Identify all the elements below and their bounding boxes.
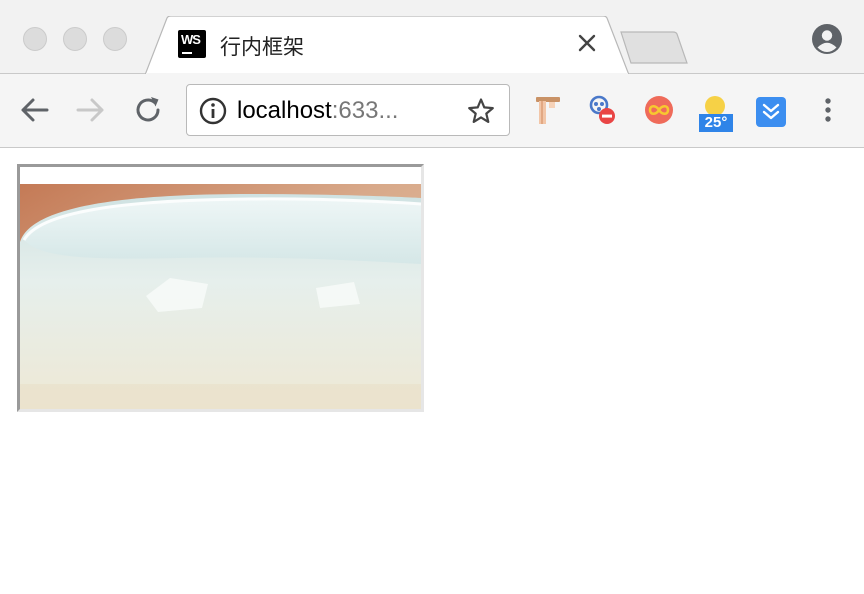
- url-port: :633...: [331, 97, 399, 124]
- info-icon[interactable]: [199, 97, 227, 125]
- back-arrow-icon[interactable]: [16, 92, 52, 128]
- inline-frame[interactable]: [17, 164, 424, 412]
- toolbar: localhost:633... 25°: [0, 74, 864, 148]
- bowl-photo: [20, 184, 421, 409]
- address-bar[interactable]: localhost:633...: [186, 84, 510, 136]
- minimize-window-button[interactable]: [63, 27, 87, 51]
- zoom-window-button[interactable]: [103, 27, 127, 51]
- webstorm-icon: WS: [178, 30, 206, 58]
- tab-strip: WS 行内框架: [0, 0, 864, 75]
- adblock-extension-icon[interactable]: [585, 92, 621, 130]
- close-tab-icon[interactable]: [575, 31, 599, 55]
- download-extension-icon[interactable]: [753, 92, 789, 130]
- tab-shape: [145, 16, 630, 75]
- reload-icon[interactable]: [130, 92, 166, 128]
- url-host: localhost: [237, 97, 332, 124]
- favicon-text: WS: [181, 32, 201, 47]
- url-text: localhost:633...: [237, 97, 398, 125]
- weather-temperature: 25°: [699, 114, 733, 132]
- menu-dots-icon[interactable]: [810, 92, 846, 130]
- forward-arrow-icon[interactable]: [73, 92, 109, 128]
- tab-title: 行内框架: [220, 35, 304, 59]
- infinity-extension-icon[interactable]: [641, 92, 677, 130]
- close-window-button[interactable]: [23, 27, 47, 51]
- signpost-extension-icon[interactable]: [529, 92, 565, 130]
- new-tab-button[interactable]: [617, 30, 691, 66]
- browser-tab-active[interactable]: WS 行内框架: [145, 16, 631, 75]
- profile-icon[interactable]: [811, 23, 843, 55]
- weather-extension-icon[interactable]: 25°: [697, 92, 733, 132]
- bookmark-star-icon[interactable]: [467, 97, 495, 125]
